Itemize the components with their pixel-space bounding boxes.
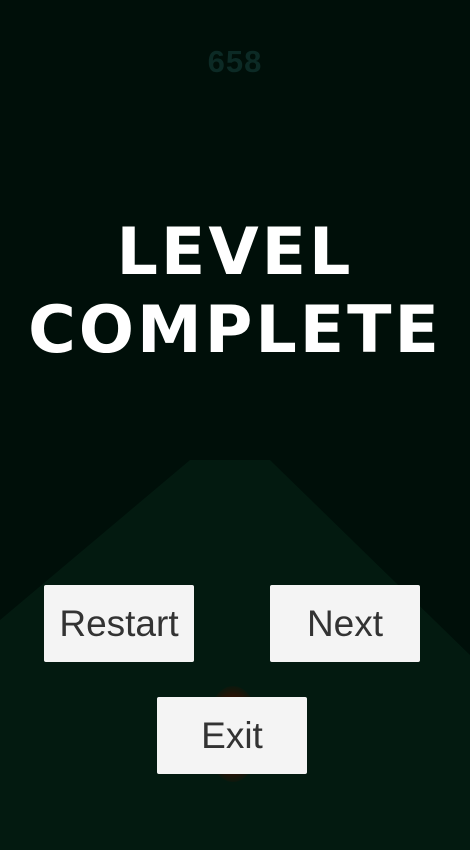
title-line-level: LEVEL bbox=[116, 215, 354, 290]
restart-button[interactable]: Restart bbox=[44, 585, 194, 662]
game-screen: 658 LEVEL COMPLETE Restart Next Exit bbox=[0, 0, 470, 850]
exit-button[interactable]: Exit bbox=[157, 697, 307, 774]
title-line-complete: COMPLETE bbox=[28, 293, 442, 368]
level-complete-title: LEVEL COMPLETE bbox=[0, 214, 470, 370]
next-button[interactable]: Next bbox=[270, 585, 420, 662]
score-display: 658 bbox=[207, 44, 263, 79]
